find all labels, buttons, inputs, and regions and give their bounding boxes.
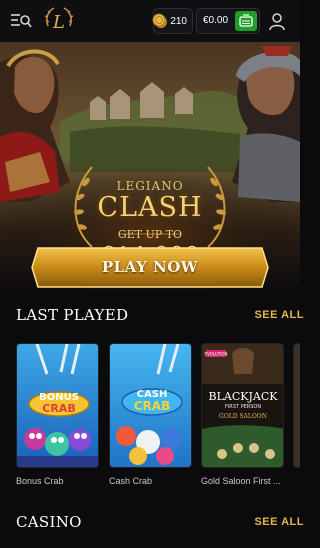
play-now-button[interactable]: PLAY NOW xyxy=(30,246,270,289)
svg-text:CRAB: CRAB xyxy=(134,399,170,413)
svg-text:FIRST PERSON: FIRST PERSON xyxy=(225,404,261,410)
game-card-bonus-crab[interactable]: BONUS CRAB xyxy=(16,343,99,468)
evolution-badge: EVOLUTION xyxy=(204,352,227,357)
game-label: Cash Crab xyxy=(109,476,153,486)
svg-text:L: L xyxy=(52,12,65,33)
coins-value: 210 xyxy=(170,15,187,27)
game-card-cash-crab[interactable]: CASH CRAB xyxy=(109,343,192,468)
game-card-partial[interactable] xyxy=(293,343,300,468)
balance-value: €0.00 xyxy=(203,15,229,26)
coin-icon xyxy=(152,13,168,29)
banner-brand: LEGIANO xyxy=(116,179,184,193)
top-bar: L 210 €0.00 xyxy=(0,0,300,42)
banner-subtitle: GET UP TO xyxy=(117,228,183,241)
deposit-button[interactable] xyxy=(235,11,257,31)
user-icon[interactable] xyxy=(267,11,287,31)
play-now-label: PLAY NOW xyxy=(101,258,199,276)
game-card-gold-saloon[interactable]: EVOLUTION BLACKJACK FIRST PERSON GOLD SA… xyxy=(201,343,284,468)
game-label: Bonus Crab xyxy=(16,476,64,486)
coins-counter[interactable]: 210 xyxy=(152,8,193,34)
balance-box[interactable]: €0.00 xyxy=(196,8,260,34)
blackjack-art-title: BLACKJACK xyxy=(209,390,279,403)
svg-text:GOLD SALOON: GOLD SALOON xyxy=(219,413,267,420)
game-label: Gold Saloon First ... xyxy=(201,476,281,486)
last-played-carousel[interactable]: BONUS CRAB CASH CRAB EVOLUTION BLACKJACK… xyxy=(0,343,300,493)
menu-search-icon[interactable] xyxy=(10,11,32,31)
svg-text:CRAB: CRAB xyxy=(42,402,75,415)
legiano-logo[interactable]: L xyxy=(42,4,76,38)
last-played-heading: LAST PLAYED xyxy=(16,306,129,324)
wallet-icon xyxy=(239,14,253,27)
casino-see-all-link[interactable]: SEE ALL xyxy=(254,516,304,528)
casino-heading: CASINO xyxy=(16,513,82,531)
last-played-see-all-link[interactable]: SEE ALL xyxy=(254,309,304,321)
banner-title: CLASH xyxy=(97,192,203,223)
